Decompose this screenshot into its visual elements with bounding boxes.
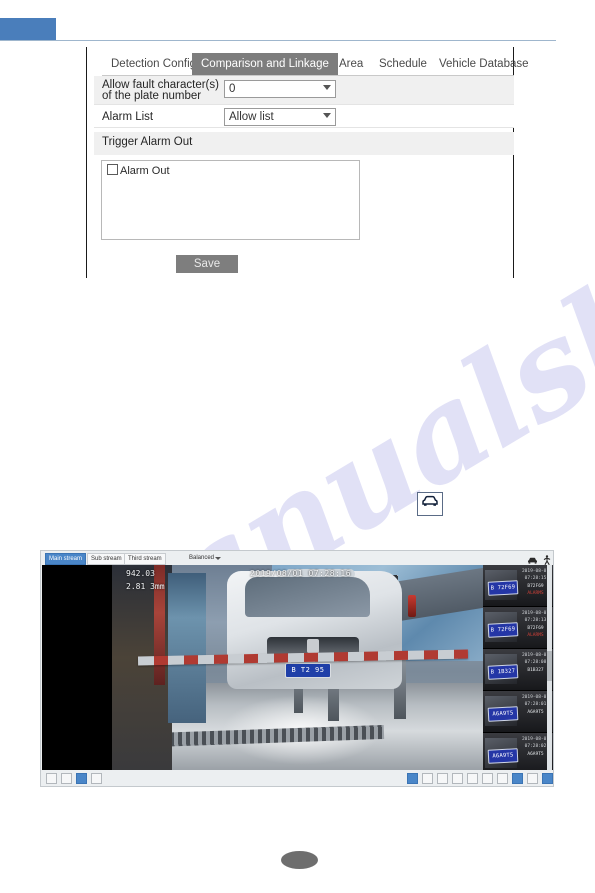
list-item[interactable]: B 72F69 2019-08-01 07:28:13 B72F69 ALARM…	[483, 607, 553, 649]
tab-area[interactable]: Area	[330, 53, 372, 75]
video-overlay-line2: 2.81 3mm	[126, 582, 165, 591]
live-view-topbar: Main stream Sub stream Third stream Bala…	[41, 551, 553, 565]
ptz-icon[interactable]	[512, 773, 523, 784]
stream-third[interactable]: Third stream	[124, 553, 166, 565]
trigger-alarm-out-title: Trigger Alarm Out	[102, 136, 193, 148]
snapshot-icon[interactable]	[452, 773, 463, 784]
live-view-bottom-toolbar	[41, 770, 553, 786]
snapshot-thumbnail: B 1B327	[485, 654, 519, 684]
vehicle-icon[interactable]	[417, 492, 443, 516]
video-scrollbar[interactable]	[547, 565, 552, 770]
alarm-list-label: Alarm List	[102, 111, 154, 123]
allow-fault-characters-label-line2: of the plate number	[102, 90, 202, 102]
snapshot-plate: B 1B327	[487, 664, 519, 680]
chevron-down-icon	[323, 113, 331, 118]
chevron-down-icon	[323, 85, 331, 90]
speaker-icon[interactable]	[437, 773, 448, 784]
stretch-icon[interactable]	[91, 773, 102, 784]
list-item[interactable]: A6A9T5 2019-08-01 07:28:02 A6A9T5	[483, 733, 553, 770]
video-canvas[interactable]: B T2 95 942.03 2.81 3mm 2019/08/01 07:28…	[42, 565, 553, 770]
alarm-list-select[interactable]: Allow list	[224, 108, 336, 126]
lens-icon[interactable]	[527, 773, 538, 784]
plate-snapshot-list[interactable]: B 72F69 2019-08-01 07:28:15 B72F69 ALARM…	[483, 565, 553, 770]
live-view-window: Main stream Sub stream Third stream Bala…	[40, 550, 554, 787]
vehicle-icon-glyph	[422, 495, 438, 506]
snapshot-thumbnail: A6A9T5	[485, 696, 519, 726]
page-header-rule	[0, 40, 556, 41]
list-item[interactable]: A6A9T5 2019-08-01 07:28:01 A6A9T5	[483, 691, 553, 733]
fit-window-icon[interactable]	[61, 773, 72, 784]
tab-schedule[interactable]: Schedule	[370, 53, 436, 75]
snapshot-thumbnail: B 72F69	[485, 570, 519, 600]
eye-icon[interactable]	[407, 773, 418, 784]
zoom-out-icon[interactable]	[497, 773, 508, 784]
snapshot-thumbnail: B 72F69	[485, 612, 519, 642]
row-alarm-list: Alarm List Allow list	[94, 104, 514, 128]
snapshot-plate: B 72F69	[487, 580, 519, 596]
row-allow-fault-characters: Allow fault character(s) of the plate nu…	[94, 76, 514, 104]
record-icon[interactable]	[467, 773, 478, 784]
pedestrian-icon-glyph	[543, 555, 551, 565]
stream-sub[interactable]: Sub stream	[87, 553, 126, 565]
panel-left-border	[86, 47, 87, 278]
video-overlay-line1: 942.03	[126, 569, 155, 578]
trigger-alarm-out-section: Trigger Alarm Out	[94, 132, 514, 155]
tab-comparison-and-linkage[interactable]: Comparison and Linkage	[192, 53, 338, 75]
allow-fault-characters-select[interactable]: 0	[224, 80, 336, 98]
list-item[interactable]: B 1B327 2019-08-01 07:28:08 B1B327	[483, 649, 553, 691]
microphone-icon[interactable]	[422, 773, 433, 784]
page-header-tab	[0, 18, 56, 40]
page-number-placeholder	[281, 851, 318, 869]
zoom-in-icon[interactable]	[482, 773, 493, 784]
talk-icon[interactable]	[542, 773, 553, 784]
stream-main[interactable]: Main stream	[45, 553, 87, 565]
snapshot-thumbnail: A6A9T5	[485, 738, 519, 768]
save-button[interactable]: Save	[176, 255, 238, 273]
original-size-icon[interactable]	[46, 773, 57, 784]
alarm-out-label: Alarm Out	[120, 165, 170, 177]
tab-detection-config[interactable]: Detection Config	[102, 53, 205, 75]
allow-fault-characters-value: 0	[229, 83, 236, 95]
video-timestamp: 2019/08/01 07:28:16	[250, 569, 352, 578]
chevron-down-icon[interactable]	[215, 557, 221, 560]
vehicle-in-scene: B T2 95	[227, 569, 402, 689]
alarm-out-listbox[interactable]: Alarm Out	[101, 160, 360, 240]
list-item[interactable]: B 72F69 2019-08-01 07:28:15 B72F69 ALARM…	[483, 565, 553, 607]
snapshot-plate: B 72F69	[487, 622, 519, 638]
video-frame: B T2 95 942.03 2.81 3mm 2019/08/01 07:28…	[42, 565, 483, 770]
snapshot-plate: A6A9T5	[487, 748, 519, 764]
alarm-out-checkbox-row[interactable]: Alarm Out	[107, 164, 170, 177]
checkbox-icon[interactable]	[107, 164, 118, 175]
vehicle-icon-glyph	[528, 557, 537, 564]
scrollbar-thumb[interactable]	[547, 651, 552, 681]
config-tabbar: Detection Config Comparison and Linkage …	[102, 53, 529, 76]
snapshot-plate: A6A9T5	[487, 706, 519, 722]
license-plate-in-scene: B T2 95	[285, 663, 331, 678]
tab-vehicle-database[interactable]: Vehicle Database	[430, 53, 538, 75]
alarm-list-value: Allow list	[229, 111, 274, 123]
full-screen-icon[interactable]	[76, 773, 87, 784]
quality-selector[interactable]: Balanced	[189, 553, 214, 563]
